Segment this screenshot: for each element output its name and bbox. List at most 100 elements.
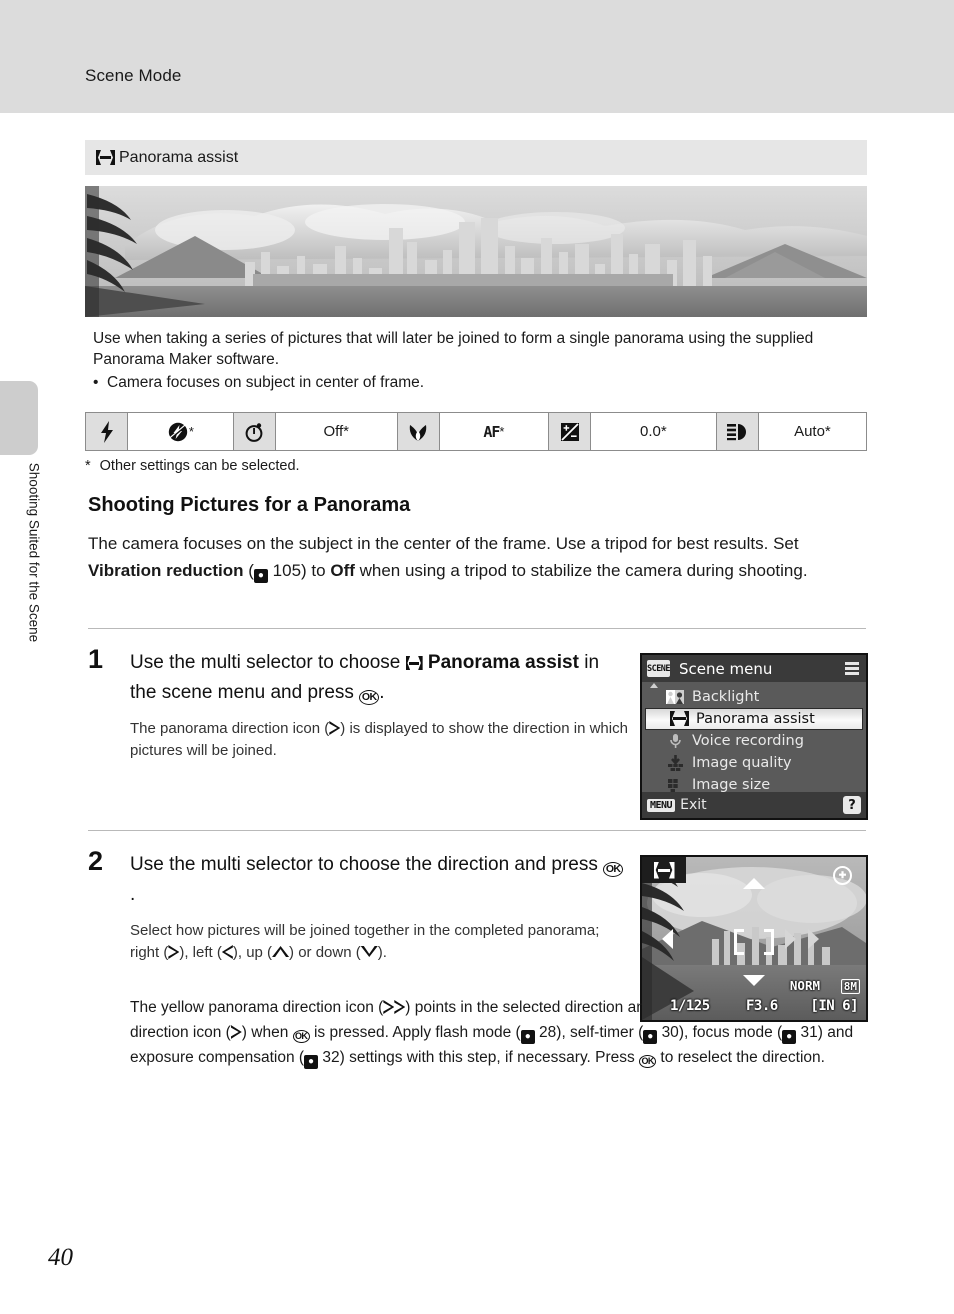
settings-footnote: * Other settings can be selected. — [85, 458, 300, 474]
image-quality-icon — [666, 755, 685, 771]
paragraph-part-b: ( — [243, 561, 254, 580]
menu-item-panorama-assist[interactable]: Panorama assist — [645, 708, 863, 730]
direction-arrow-right-1[interactable] — [785, 928, 797, 949]
self-timer-icon-cell — [233, 413, 276, 450]
step-2-heading: Use the multi selector to choose the dir… — [130, 850, 628, 910]
lcd-menu-list: Backlight Panorama assist Voice recordin… — [642, 682, 866, 796]
menu-tab-icon — [845, 662, 859, 675]
tail-ref-30: 30 — [661, 1024, 679, 1041]
arrow-right-icon — [231, 1025, 242, 1039]
panorama-mode-badge — [642, 857, 686, 883]
exposure-compensation-icon — [560, 422, 579, 441]
lcd-scene-menu: SCENE Scene menu Backlight Panorama assi… — [640, 653, 868, 820]
tail-ref-31: 31 — [800, 1024, 818, 1041]
divider-mid — [88, 830, 866, 831]
flash-bolt-icon — [100, 420, 113, 443]
page-title: Scene Mode — [85, 66, 182, 85]
tail-f: ), focus mode ( — [678, 1024, 783, 1041]
menu-item-label: Image size — [692, 777, 771, 793]
scene-badge-icon: SCENE — [647, 660, 671, 677]
menu-item-label: Image quality — [692, 755, 792, 771]
paragraph-part-c: ) to — [301, 561, 331, 580]
menu-item-label: Backlight — [692, 689, 760, 705]
tail-c: ) when — [241, 1024, 293, 1041]
panorama-sample-photo — [85, 186, 867, 317]
menu-exit-label: Exit — [680, 797, 707, 813]
paragraph-bold-vibration-reduction: Vibration reduction — [88, 561, 244, 580]
panorama-icon — [96, 150, 115, 165]
step-1-body-a: The panorama direction icon ( — [130, 720, 330, 737]
white-balance-icon — [727, 423, 747, 440]
image-quality-indicator: NORM — [789, 978, 820, 993]
tail-d: is pressed. Apply flash mode ( — [309, 1024, 521, 1041]
step-2-body-d: ) or down ( — [289, 944, 361, 961]
shots-remaining-indicator: [IN 6] — [810, 998, 858, 1014]
book-reference-icon: ● — [782, 1030, 797, 1044]
menu-item-label: Panorama assist — [696, 711, 815, 727]
backlight-icon — [666, 689, 685, 705]
aperture-indicator: F3.6 — [746, 998, 778, 1014]
step-2-body-e: ). — [377, 944, 387, 961]
page-header-band — [0, 0, 954, 113]
arrow-right-icon — [168, 945, 179, 959]
ok-button-icon: OK — [292, 1030, 310, 1043]
step-2-number: 2 — [88, 846, 104, 876]
arrow-left-icon — [222, 945, 233, 959]
focus-mode-icon-cell — [397, 413, 440, 450]
focus-area-brackets — [734, 928, 774, 955]
flash-mode-value: * — [128, 413, 234, 450]
section-paragraph: The camera focuses on the subject in the… — [88, 530, 866, 584]
step-1-head-bold: Panorama assist — [427, 652, 579, 673]
direction-arrow-down[interactable] — [743, 974, 765, 986]
arrow-down-icon — [361, 946, 378, 957]
direction-arrow-right-2[interactable] — [807, 928, 819, 949]
paragraph-bold-off: Off — [330, 561, 355, 580]
lcd-menu-titlebar: SCENE Scene menu — [642, 655, 866, 682]
panorama-icon — [670, 711, 689, 727]
lcd-panorama-direction: ✚ NORM 8M 1/125 F3.6 [IN 6] — [640, 855, 868, 1022]
ok-button-icon: OK — [639, 1055, 657, 1068]
book-reference-icon: ● — [304, 1055, 319, 1069]
tail-h: ) settings with this step, if necessary.… — [339, 1049, 640, 1066]
arrow-right-icon — [329, 721, 340, 735]
flash-mode-icon-cell — [86, 413, 129, 450]
direction-arrow-left[interactable] — [662, 928, 674, 949]
step-2: 2 Use the multi selector to choose the d… — [88, 846, 628, 964]
shutter-speed-indicator: 1/125 — [670, 998, 710, 1014]
ok-button-icon: OK — [359, 690, 380, 705]
paragraph-part-d: when using a tripod to stabilize the cam… — [354, 561, 808, 580]
image-size-icon — [666, 777, 685, 793]
page-number: 40 — [48, 1244, 73, 1271]
footnote-marker: * — [85, 458, 91, 474]
panorama-icon — [654, 862, 675, 879]
scene-description: Use when taking a series of pictures tha… — [93, 328, 865, 393]
menu-item-image-quality[interactable]: Image quality — [642, 752, 866, 774]
tail-i: to reselect the direction. — [656, 1049, 825, 1066]
section-tab-label: Shooting Suited for the Scene — [26, 462, 42, 643]
book-reference-icon: ● — [253, 569, 268, 583]
focus-mode-value: AF * — [439, 413, 549, 450]
step-2-body: Select how pictures will be joined toget… — [130, 920, 628, 964]
help-button-icon[interactable]: ? — [843, 796, 861, 814]
default-settings-row: * Off* AF * 0.0* Auto* — [85, 412, 867, 451]
description-bullet: • Camera focuses on subject in center of… — [93, 374, 425, 391]
exposure-comp-icon-cell — [548, 413, 592, 450]
section-heading: Shooting Pictures for a Panorama — [88, 494, 411, 516]
arrow-right-icon — [785, 928, 797, 949]
step-1-body: The panorama direction icon () is displa… — [130, 718, 628, 762]
direction-arrow-up[interactable] — [743, 878, 765, 890]
menu-button-icon[interactable]: MENU — [647, 798, 676, 812]
step-1-number: 1 — [88, 644, 104, 674]
menu-item-voice-recording[interactable]: Voice recording — [642, 730, 866, 752]
step-1-head-a: Use the multi selector to choose — [130, 652, 406, 673]
tail-ref-28: 28 — [539, 1024, 557, 1041]
arrow-down-icon — [743, 974, 765, 986]
scene-mode-bar: Panorama assist — [85, 140, 867, 175]
menu-item-label: Voice recording — [692, 733, 804, 749]
step-2-body-c: ), up ( — [232, 944, 273, 961]
description-line: Use when taking a series of pictures tha… — [93, 330, 814, 368]
paragraph-page-ref: 105 — [272, 561, 302, 580]
step-1-heading: Use the multi selector to choose Panoram… — [130, 648, 628, 708]
menu-item-backlight[interactable]: Backlight — [642, 686, 866, 708]
macro-flower-icon — [410, 424, 427, 441]
